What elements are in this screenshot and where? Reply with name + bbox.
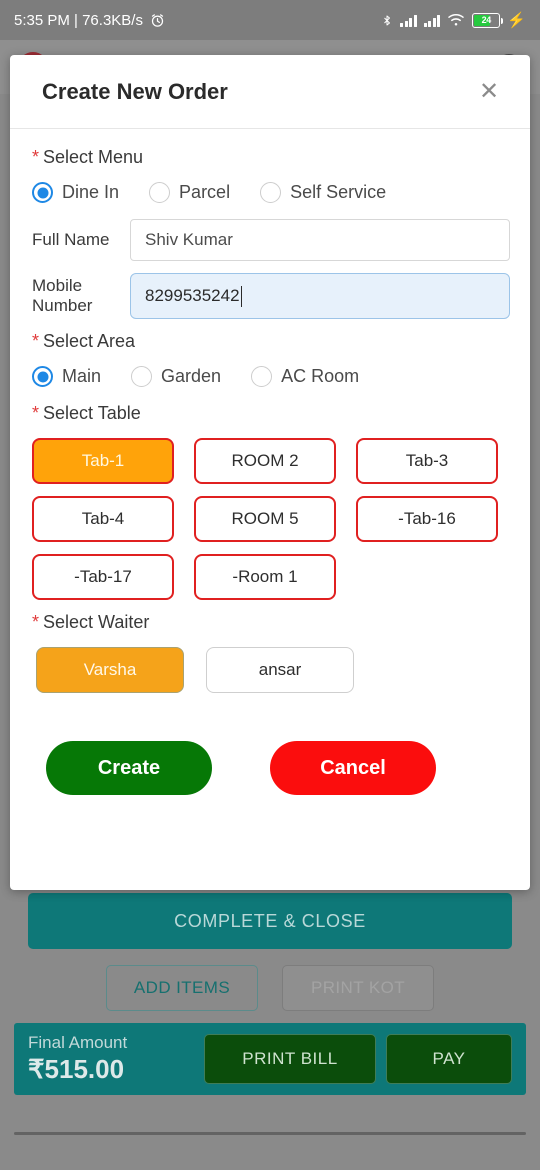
status-time-and-speed: 5:35 PM | 76.3KB/s	[14, 11, 143, 29]
radio-dine-in-label: Dine In	[62, 182, 120, 202]
select-menu-text: Select Menu	[43, 147, 144, 167]
required-asterisk: *	[32, 403, 40, 423]
area-radio-group: Main Garden AC Room	[32, 366, 510, 387]
battery-percent-label: 24	[481, 15, 492, 25]
signal-bars-sim1-icon	[400, 13, 417, 27]
bluetooth-icon	[381, 12, 393, 29]
phone-screen: 5:35 PM | 76.3KB/s 24 ⚡ COMPLETE & CLOSE…	[0, 0, 540, 1170]
radio-option-dine-in[interactable]: Dine In	[32, 182, 119, 203]
pay-button[interactable]: PAY	[386, 1034, 512, 1084]
dialog-header: Create New Order ✕	[10, 55, 530, 129]
waiter-chip[interactable]: Varsha	[36, 647, 184, 693]
select-menu-label: * Select Menu	[32, 147, 510, 168]
final-amount-value: ₹515.00	[28, 1054, 125, 1085]
radio-self-service-icon[interactable]	[260, 182, 282, 203]
radio-option-garden[interactable]: Garden	[131, 366, 221, 387]
final-amount-label: Final Amount	[28, 1033, 128, 1053]
dialog-body: * Select Menu Dine In Parcel Self Service	[10, 129, 530, 795]
dialog-action-row: Create Cancel	[46, 741, 510, 795]
waiter-chip[interactable]: ansar	[206, 647, 354, 693]
table-chip[interactable]: -Tab-17	[32, 554, 174, 600]
radio-ac-room-label: AC Room	[281, 366, 360, 386]
radio-parcel-label: Parcel	[179, 182, 231, 202]
select-waiter-text: Select Waiter	[43, 612, 150, 632]
table-chip[interactable]: Tab-4	[32, 496, 174, 542]
navigation-gesture-bar	[14, 1132, 526, 1135]
create-button[interactable]: Create	[46, 741, 212, 795]
table-chip[interactable]: -Tab-16	[356, 496, 498, 542]
complete-and-close-button[interactable]: COMPLETE & CLOSE	[28, 893, 512, 949]
radio-main-label: Main	[62, 366, 102, 386]
cancel-button[interactable]: Cancel	[270, 741, 436, 795]
table-chip[interactable]: ROOM 5	[194, 496, 336, 542]
charging-bolt-icon: ⚡	[507, 11, 526, 29]
table-chip[interactable]: ROOM 2	[194, 438, 336, 484]
radio-option-self-service[interactable]: Self Service	[260, 182, 386, 203]
wifi-icon	[447, 13, 465, 27]
select-table-label: * Select Table	[32, 403, 510, 424]
dialog-title: Create New Order	[42, 78, 228, 104]
waiter-chip-grid: Varsha ansar	[36, 647, 510, 693]
create-new-order-dialog: Create New Order ✕ * Select Menu Dine In …	[10, 55, 530, 890]
alarm-icon	[150, 13, 165, 28]
final-amount-bar: Final Amount ₹515.00 PRINT BILL PAY	[14, 1023, 526, 1095]
required-asterisk: *	[32, 331, 40, 351]
radio-dine-in-icon[interactable]	[32, 182, 53, 203]
radio-option-ac-room[interactable]: AC Room	[251, 366, 359, 387]
radio-option-main[interactable]: Main	[32, 366, 101, 387]
radio-option-parcel[interactable]: Parcel	[149, 182, 230, 203]
table-chip[interactable]: Tab-1	[32, 438, 174, 484]
add-items-button[interactable]: ADD ITEMS	[106, 965, 258, 1011]
signal-bars-sim2-icon	[423, 13, 441, 27]
battery-icon: 24	[472, 12, 504, 28]
select-table-text: Select Table	[43, 403, 141, 423]
table-chip[interactable]: Tab-3	[356, 438, 498, 484]
full-name-label: Full Name	[32, 229, 110, 249]
order-action-row: ADD ITEMS PRINT KOT	[0, 965, 540, 1011]
print-kot-button[interactable]: PRINT KOT	[282, 965, 434, 1011]
status-bar: 5:35 PM | 76.3KB/s 24 ⚡	[0, 0, 540, 40]
required-asterisk: *	[32, 612, 40, 632]
menu-radio-group: Dine In Parcel Self Service	[32, 182, 510, 203]
final-amount-group: Final Amount ₹515.00	[28, 1032, 194, 1086]
required-asterisk: *	[32, 147, 40, 167]
mobile-number-label: Mobile Number	[32, 275, 93, 315]
select-area-label: * Select Area	[32, 331, 510, 352]
table-chip[interactable]: -Room 1	[194, 554, 336, 600]
mobile-number-value: 8299535242	[145, 286, 240, 305]
mobile-number-input[interactable]: 8299535242	[130, 273, 510, 319]
radio-main-icon[interactable]	[32, 366, 53, 387]
full-name-row: Full Name Shiv Kumar	[32, 219, 510, 261]
text-caret	[240, 285, 243, 307]
radio-garden-icon[interactable]	[131, 366, 153, 387]
mobile-number-row: Mobile Number 8299535242	[32, 273, 510, 319]
select-area-text: Select Area	[43, 331, 136, 351]
status-bar-right: 24 ⚡	[381, 12, 526, 29]
table-chip-grid: Tab-1 ROOM 2 Tab-3 Tab-4 ROOM 5 -Tab-16 …	[32, 438, 510, 600]
radio-parcel-icon[interactable]	[149, 182, 171, 203]
select-waiter-label: * Select Waiter	[32, 612, 510, 633]
full-name-input[interactable]: Shiv Kumar	[130, 219, 510, 261]
close-icon[interactable]: ✕	[472, 75, 506, 109]
radio-garden-label: Garden	[161, 366, 222, 386]
status-bar-left: 5:35 PM | 76.3KB/s	[14, 12, 165, 29]
print-bill-button[interactable]: PRINT BILL	[204, 1034, 376, 1084]
radio-ac-room-icon[interactable]	[251, 366, 273, 387]
radio-self-service-label: Self Service	[290, 182, 387, 202]
